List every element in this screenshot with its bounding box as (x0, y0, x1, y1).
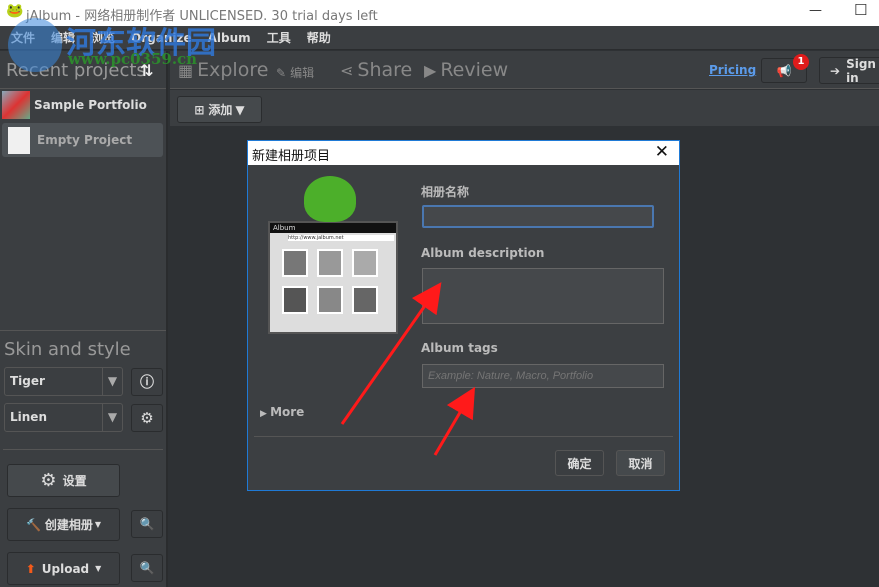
red-arrow (433, 386, 476, 456)
annotation-arrows (340, 282, 476, 456)
red-arrow (340, 282, 442, 425)
